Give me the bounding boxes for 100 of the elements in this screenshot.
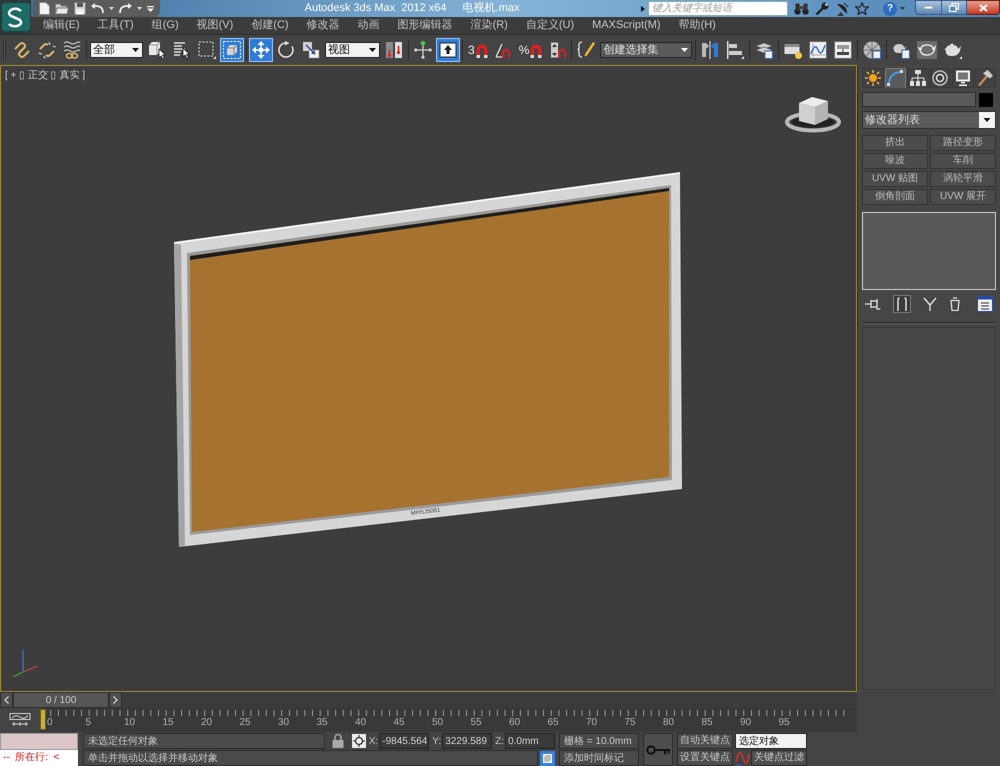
frame-number: 10 xyxy=(124,718,136,728)
document-icon[interactable] xyxy=(39,2,50,15)
modifier-button[interactable]: 涡轮平滑 xyxy=(930,171,996,187)
binoculars-icon[interactable] xyxy=(794,2,809,14)
satellite-dish-icon[interactable] xyxy=(835,2,849,16)
layers-icon xyxy=(755,41,774,59)
starburst-icon xyxy=(864,70,881,86)
teapot-document-icon xyxy=(892,41,910,59)
toolbar-button[interactable] xyxy=(436,38,460,62)
curve-panel-icon[interactable] xyxy=(9,713,31,727)
time-tag-field[interactable]: 添加时间标记 xyxy=(559,750,639,766)
minimize-button[interactable] xyxy=(915,0,942,15)
modifier-button[interactable]: UVW 展开 xyxy=(930,189,996,205)
frame-number: 80 xyxy=(663,718,674,728)
modifier-button[interactable]: 噪波 xyxy=(862,153,928,169)
auto-key-button[interactable]: 自动关键点 xyxy=(677,733,733,749)
frame-number: 30 xyxy=(278,718,290,728)
close-button[interactable] xyxy=(967,0,1000,15)
coordinate-system-dropdown[interactable]: 视图 xyxy=(325,42,380,58)
modifier-button[interactable]: 倒角剖面 xyxy=(862,189,928,205)
next-frame-button[interactable] xyxy=(109,692,122,708)
toolbar-button[interactable]: 3 xyxy=(465,38,491,62)
grid-size-field: 栅格 = 10.0mm xyxy=(559,733,639,749)
menu-item[interactable]: 渲染(R) xyxy=(470,17,508,34)
modifier-button[interactable]: 挤出 xyxy=(862,135,928,151)
s-logo-icon xyxy=(2,3,30,31)
modifier-list-dropdown[interactable]: 修改器列表 xyxy=(862,111,996,129)
menu-item[interactable]: 图形编辑器 xyxy=(398,17,453,34)
crosshair-icon xyxy=(414,41,432,59)
coordinate-field[interactable]: 3229.589 xyxy=(442,733,492,749)
menu-item[interactable]: 组(G) xyxy=(152,17,179,34)
key-mode-dropdown[interactable]: 选定对象 xyxy=(735,733,807,749)
folder-icon[interactable] xyxy=(55,2,69,14)
marker-panels-icon xyxy=(385,41,403,59)
view-cube-icon[interactable] xyxy=(785,97,841,132)
menu-item[interactable]: 创建(C) xyxy=(251,17,289,34)
menu-item[interactable]: 工具(T) xyxy=(98,17,134,34)
toolbar-button[interactable]: % xyxy=(516,38,546,62)
time-slider-thumb[interactable]: 0 / 100 xyxy=(13,692,109,708)
menu-item[interactable]: 视图(V) xyxy=(196,17,234,34)
restore-button[interactable] xyxy=(942,0,967,15)
menu-item[interactable]: 自定义(U) xyxy=(526,17,574,34)
teapot-window-icon xyxy=(917,41,938,59)
previous-frame-button[interactable] xyxy=(0,692,13,708)
crosshair-square-icon[interactable] xyxy=(352,734,366,748)
caret-icon xyxy=(900,7,905,10)
modifier-stack-list[interactable] xyxy=(862,212,996,290)
menu-item[interactable]: 动画 xyxy=(358,17,380,34)
panel-tab[interactable] xyxy=(907,68,928,88)
dropdown-bar-icon[interactable] xyxy=(147,6,154,12)
frame-number: 85 xyxy=(702,718,713,728)
coordinate-field[interactable]: 0.0mm xyxy=(505,733,556,749)
panel-tab[interactable] xyxy=(862,68,884,88)
color-swatch-icon[interactable] xyxy=(979,92,993,106)
frame-number: 15 xyxy=(162,718,174,728)
selection-set-dropdown[interactable]: 创建选择集 xyxy=(600,42,692,58)
menu-item[interactable]: MAXScript(M) xyxy=(592,17,661,34)
object-name-field[interactable] xyxy=(862,92,976,107)
key-filters-button[interactable]: 关键点过滤 xyxy=(751,750,807,766)
spinner-magnet-icon xyxy=(550,42,566,58)
menu-item[interactable]: 帮助(H) xyxy=(678,17,716,34)
modifier-button[interactable]: UVW 贴图 xyxy=(862,171,928,187)
panel-tab[interactable] xyxy=(952,68,974,88)
bars-icon xyxy=(897,297,907,311)
triangle-right-icon[interactable] xyxy=(641,6,645,12)
current-frame-marker[interactable] xyxy=(40,709,46,730)
redo-icon[interactable] xyxy=(119,3,132,14)
wrench-icon[interactable] xyxy=(815,2,829,16)
modifier-button[interactable]: 车削 xyxy=(930,153,996,169)
frame-number: 60 xyxy=(509,718,520,728)
axis-tripod-icon xyxy=(12,650,38,678)
coordinate-field[interactable]: -9845.564 xyxy=(379,733,430,749)
frame-number: 75 xyxy=(624,718,636,728)
menu-item[interactable]: 编辑(E) xyxy=(43,17,80,34)
modifier-button[interactable]: 路径变形 xyxy=(930,135,996,151)
teapot-icon xyxy=(944,41,962,59)
up-arrow-square-icon xyxy=(439,41,457,59)
panel-tab[interactable] xyxy=(884,68,906,88)
selection-filter-dropdown[interactable]: 全部 xyxy=(90,42,143,58)
app-menu-button[interactable] xyxy=(0,0,31,34)
selection-info-field: 未选定任何对象 xyxy=(83,733,325,749)
stack-tool-button[interactable] xyxy=(893,295,911,313)
undo-icon[interactable] xyxy=(91,3,104,14)
time-slider-track[interactable]: 0 / 100 xyxy=(0,692,857,708)
menu-item[interactable]: 修改器 xyxy=(306,17,340,34)
panel-tab[interactable] xyxy=(930,68,951,88)
frame-number: 5 xyxy=(86,718,92,728)
toolbar-button[interactable] xyxy=(411,38,435,62)
search-field[interactable]: 键入关键字或短语 xyxy=(648,1,788,16)
star-icon[interactable] xyxy=(855,2,869,15)
fork-icon xyxy=(923,297,937,311)
listener-input-field[interactable] xyxy=(0,733,78,750)
set-key-button[interactable]: 设置关键点 xyxy=(677,750,733,766)
window-dot-icon xyxy=(784,41,802,59)
bin-icon xyxy=(949,297,961,311)
floppy-icon[interactable] xyxy=(74,2,86,15)
lock-icon[interactable] xyxy=(332,734,344,748)
viewport-label[interactable]: [ + ▯ 正交 ▯ 真实 ] xyxy=(5,68,86,83)
cube-square-icon[interactable] xyxy=(540,750,555,766)
panel-tab[interactable] xyxy=(974,68,996,88)
